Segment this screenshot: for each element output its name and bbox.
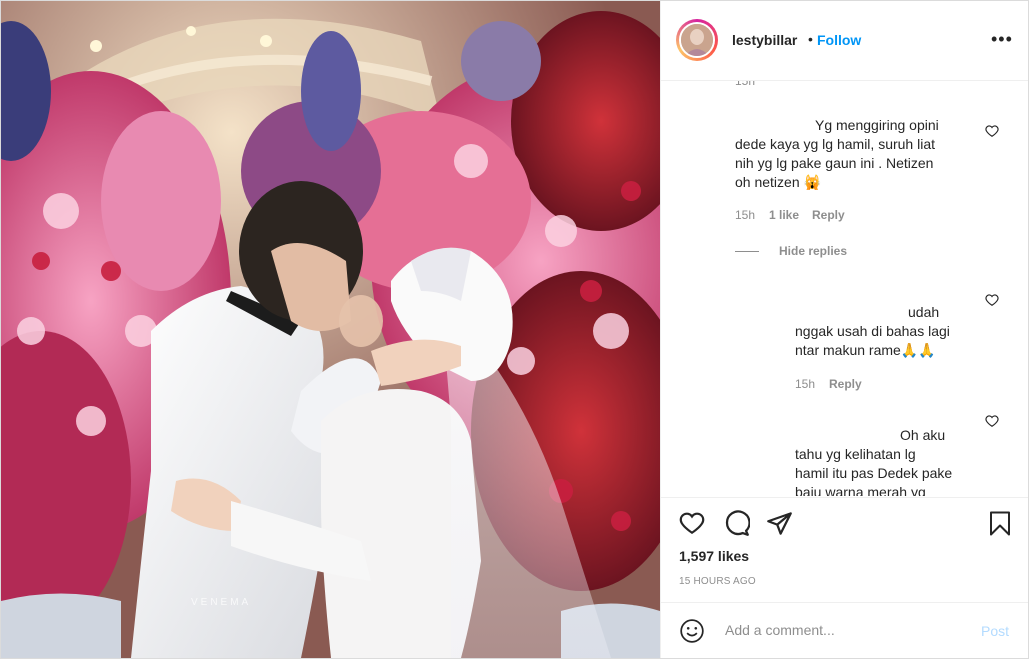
emoji-icon[interactable]	[679, 618, 705, 644]
hide-replies-button[interactable]: Hide replies	[779, 244, 847, 258]
comments-list[interactable]: 15h Yg menggiring opini dede kaya yg lg …	[661, 81, 1028, 496]
post-side-panel: lestybillar • Follow ••• 15h Yg menggiri…	[660, 1, 1028, 658]
reply-time: 15h	[795, 377, 816, 391]
post-photo[interactable]: VENEMA	[1, 1, 660, 658]
reply-line: hamil itu pas Dedek pake	[795, 465, 953, 481]
comment-line: dede kaya yg lg hamil, suruh liat	[735, 136, 935, 152]
story-ring[interactable]	[676, 19, 718, 61]
reply-like-heart-icon[interactable]	[985, 414, 999, 428]
follow-button[interactable]: Follow	[817, 32, 861, 48]
post-timestamp: 15 HOURS AGO	[679, 576, 756, 587]
divider-line	[735, 251, 759, 252]
reply-reply-button[interactable]: Reply	[829, 377, 862, 391]
comment-like-count[interactable]: 1 like	[769, 208, 799, 222]
reply-line: udah	[908, 304, 940, 320]
post-actions: 1,597 likes 15 HOURS AGO Post	[661, 497, 1028, 658]
comment-line: Yg menggiring opini	[815, 117, 939, 133]
reply-line: nggak usah di bahas lagi	[795, 323, 950, 339]
comment-icon[interactable]	[723, 510, 750, 537]
more-options-icon[interactable]: •••	[991, 29, 1013, 50]
comment-input[interactable]	[723, 621, 957, 639]
reply-line: baju warna merah yg	[795, 484, 926, 496]
heart-icon[interactable]	[678, 510, 706, 536]
comment-time: 15h	[735, 208, 756, 222]
comment-like-heart-icon[interactable]	[985, 124, 999, 138]
post-dialog: VENEMA lestybillar • Follow ••• 15h Yg m…	[0, 0, 1029, 659]
reply-line: ntar makun rame🙏🙏	[795, 342, 936, 358]
bookmark-icon[interactable]	[988, 510, 1012, 537]
separator-dot: •	[808, 31, 813, 47]
comment-line: nih yg lg pake gaun ini . Netizen	[735, 155, 934, 171]
post-header: lestybillar • Follow •••	[661, 1, 1028, 81]
avatar[interactable]	[679, 22, 715, 58]
comment-time-top: 15h	[735, 81, 756, 88]
comment-line: oh netizen 🙀	[735, 174, 821, 190]
likes-count[interactable]: 1,597 likes	[679, 548, 749, 564]
comment-reply-button[interactable]: Reply	[812, 208, 845, 222]
wedding-photo-image	[1, 1, 660, 658]
reply-line: Oh aku	[900, 427, 946, 443]
reply-line: tahu yg kelihatan lg	[795, 446, 916, 462]
reply-like-heart-icon[interactable]	[985, 293, 999, 307]
share-icon[interactable]	[766, 510, 793, 537]
photo-watermark: VENEMA	[191, 597, 252, 608]
post-comment-button[interactable]: Post	[981, 623, 1009, 639]
avatar-image	[681, 24, 713, 56]
post-username[interactable]: lestybillar	[732, 32, 797, 48]
add-comment-bar: Post	[661, 602, 1028, 658]
